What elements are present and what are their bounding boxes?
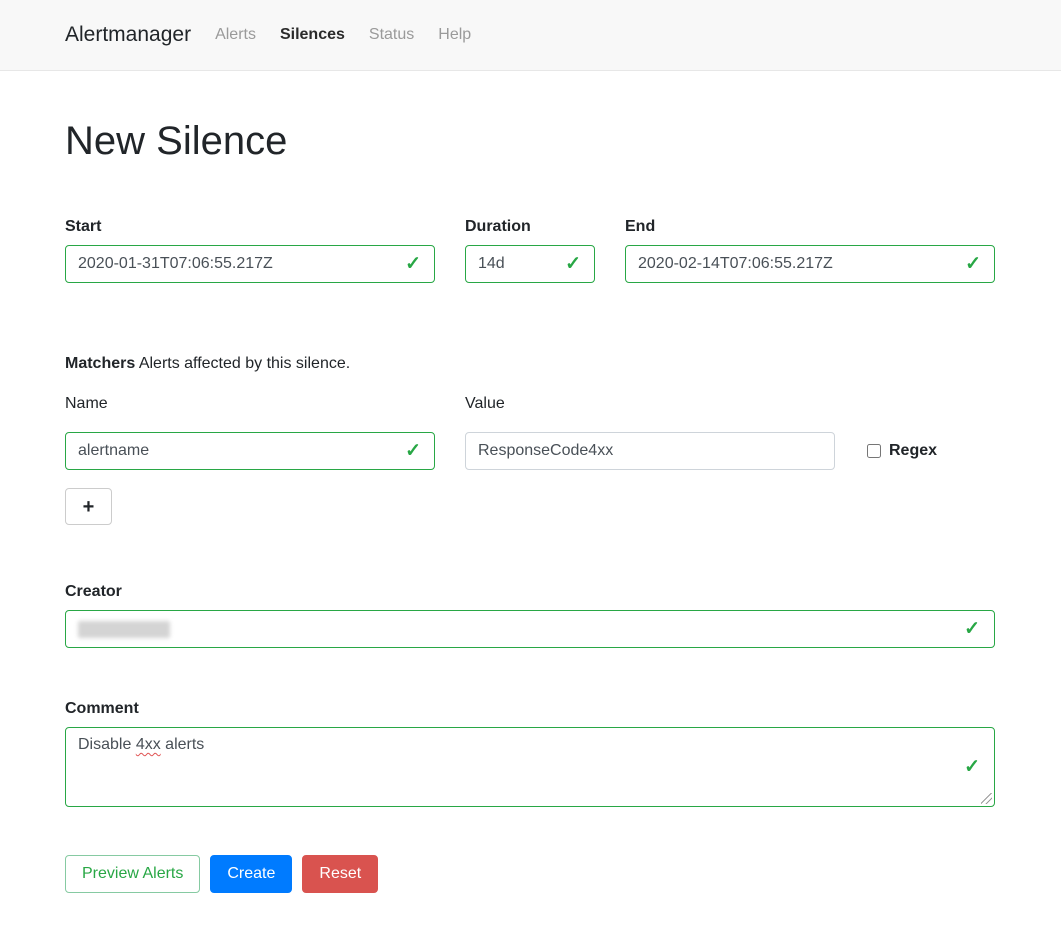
brand-link[interactable]: Alertmanager — [65, 23, 191, 47]
creator-valid-check-icon: ✓ — [964, 618, 980, 641]
time-fields-row: Start ✓ Duration ✓ End ✓ — [65, 218, 996, 283]
nav-item-silences[interactable]: Silences — [280, 26, 345, 44]
end-field-group: End ✓ — [625, 218, 995, 283]
end-input-wrap: ✓ — [625, 245, 995, 283]
regex-toggle-group: Regex — [865, 442, 937, 460]
matcher-name-input[interactable] — [65, 432, 435, 470]
matcher-column-labels: Name Value — [65, 395, 996, 422]
creator-label: Creator — [65, 583, 996, 601]
matcher-name-label: Name — [65, 395, 435, 413]
start-label: Start — [65, 218, 435, 236]
page-title: New Silence — [65, 119, 996, 164]
creator-input[interactable]: ✓ — [65, 610, 995, 648]
textarea-resize-handle[interactable] — [981, 793, 992, 804]
start-input[interactable] — [65, 245, 435, 283]
nav-links: Alerts Silences Status Help — [215, 26, 471, 44]
matchers-heading: Matchers Alerts affected by this silence… — [65, 355, 996, 373]
matchers-heading-title: Matchers — [65, 355, 135, 372]
nav-item-help[interactable]: Help — [438, 26, 471, 44]
nav-item-status[interactable]: Status — [369, 26, 414, 44]
create-button[interactable]: Create — [210, 855, 292, 893]
comment-textarea[interactable]: Disable 4xx alerts ✓ — [65, 727, 995, 807]
comment-section: Comment Disable 4xx alerts ✓ — [65, 700, 996, 807]
matcher-name-wrap: ✓ — [65, 432, 435, 470]
nav-item-alerts[interactable]: Alerts — [215, 26, 256, 44]
start-input-wrap: ✓ — [65, 245, 435, 283]
navbar: Alertmanager Alerts Silences Status Help — [0, 0, 1061, 71]
end-input[interactable] — [625, 245, 995, 283]
comment-label: Comment — [65, 700, 996, 718]
duration-label: Duration — [465, 218, 595, 236]
creator-section: Creator ✓ — [65, 583, 996, 648]
duration-field-group: Duration ✓ — [465, 218, 595, 283]
end-label: End — [625, 218, 995, 236]
reset-button[interactable]: Reset — [302, 855, 378, 893]
redacted-creator-value — [78, 621, 170, 638]
duration-input[interactable] — [465, 245, 595, 283]
main-content: New Silence Start ✓ Duration ✓ End ✓ M — [0, 119, 1061, 951]
add-matcher-button[interactable]: + — [65, 488, 112, 525]
duration-input-wrap: ✓ — [465, 245, 595, 283]
matchers-heading-subtitle: Alerts affected by this silence. — [139, 355, 350, 372]
start-field-group: Start ✓ — [65, 218, 435, 283]
comment-text-prefix: Disable — [78, 736, 136, 753]
comment-text-suffix: alerts — [161, 736, 205, 753]
preview-alerts-button[interactable]: Preview Alerts — [65, 855, 200, 893]
matcher-value-wrap — [465, 432, 835, 470]
comment-valid-check-icon: ✓ — [964, 756, 980, 779]
matcher-value-input[interactable] — [465, 432, 835, 470]
regex-checkbox[interactable] — [867, 444, 881, 458]
matcher-value-label: Value — [465, 395, 835, 413]
comment-text-misspelled: 4xx — [136, 736, 161, 753]
form-actions: Preview Alerts Create Reset — [65, 855, 996, 951]
matcher-row: ✓ Regex — [65, 432, 996, 470]
regex-label: Regex — [889, 442, 937, 460]
